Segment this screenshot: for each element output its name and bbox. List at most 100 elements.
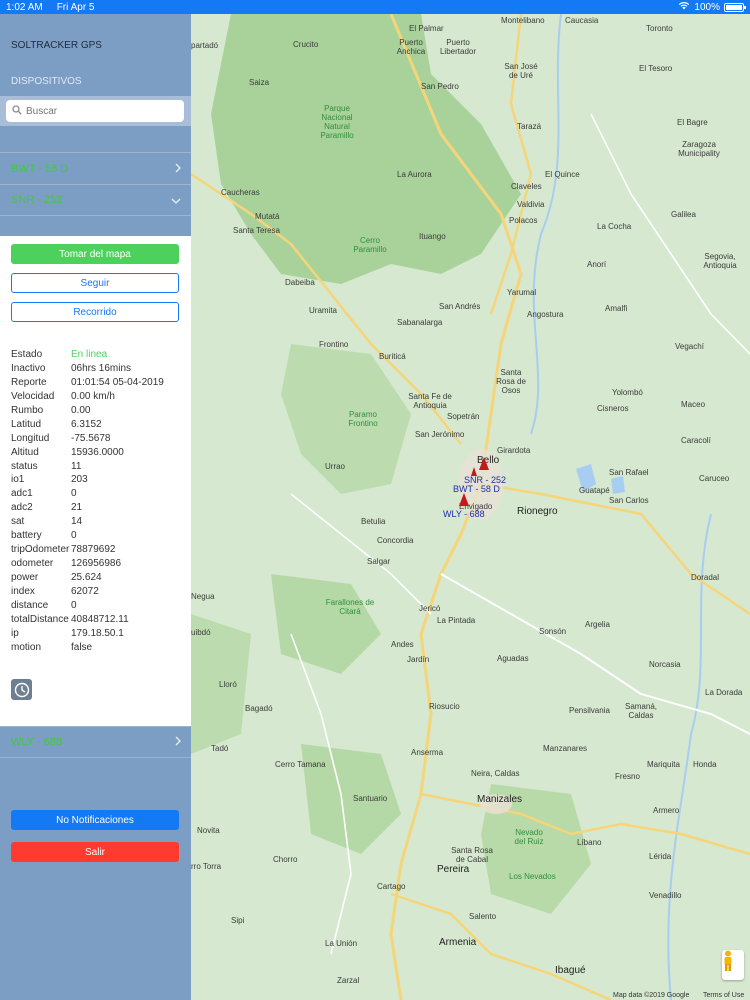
device-label: BWT - 58 D (11, 162, 69, 175)
search-bar (0, 96, 191, 126)
exit-button[interactable]: Salir (11, 842, 179, 862)
device-detail-panel: Tomar del mapa Seguir Recorrido Estado En… (0, 236, 191, 726)
map-place-label: Mariquita (647, 760, 680, 769)
chevron-down-icon (171, 193, 181, 207)
search-input[interactable] (26, 105, 176, 117)
chevron-right-icon (175, 735, 181, 749)
map-place-label: Crucito (293, 40, 319, 49)
map-place-label: Sonsón (539, 627, 567, 636)
info-row: distance 0 (11, 599, 77, 611)
map-place-label: Claveles (511, 182, 542, 191)
map-place-label: Amalfi (605, 304, 628, 313)
map-view[interactable]: Montelibano Caucasia Toronto El Palmar P… (191, 14, 750, 1000)
map-place-label: Parque Nacional Natural Paramillo (320, 104, 354, 140)
no-notifications-button[interactable]: No Notificaciones (11, 810, 179, 830)
map-place-label: Angostura (527, 310, 564, 319)
map-place-label: Novita (197, 826, 220, 835)
map-place-label: Caruceo (699, 474, 730, 483)
map-place-label: Zarzal (337, 976, 360, 985)
info-row: Longitud -75.5678 (11, 432, 111, 444)
map-place-label: Andes (391, 640, 414, 649)
map-place-label: San Pedro (421, 82, 459, 91)
map-place-label: Riosucio (429, 702, 460, 711)
marker-label: BWT - 58 D (453, 484, 500, 494)
map-place-label: Saiza (249, 78, 270, 87)
map-place-label: Caucasia (565, 16, 599, 25)
map-place-label: Maceo (681, 400, 706, 409)
info-row: Estado En linea (11, 348, 186, 362)
status-value: En linea (71, 349, 108, 360)
map-place-label: La Unión (325, 939, 358, 948)
map-place-label: San Rafael (609, 468, 649, 477)
battery-percent: 100% (694, 1, 720, 13)
device-marker[interactable] (479, 457, 489, 470)
route-button[interactable]: Recorrido (11, 302, 179, 322)
map-place-label: Santa Fe de Antioquia (408, 392, 452, 410)
info-row: Velocidad 0.00 km/h (11, 390, 115, 402)
map-place-label: Buriticá (379, 352, 406, 361)
map-place-label: Urrao (325, 462, 346, 471)
follow-button[interactable]: Seguir (11, 273, 179, 293)
info-row: Reporte 01:01:54 05-04-2019 (11, 376, 164, 388)
map-place-label: Frontino (319, 340, 349, 349)
map-place-label: Caracolí (681, 436, 711, 445)
map-place-label: Jardín (407, 655, 430, 664)
marker-label: WLY - 688 (443, 509, 485, 519)
device-row-bwt[interactable]: BWT - 58 D (0, 152, 191, 184)
info-row: Rumbo 0.00 (11, 404, 91, 416)
map-place-label: Dabeiba (285, 278, 315, 287)
map-place-label: San Andrés (439, 302, 481, 311)
map-place-label: Cerro Paramillo (353, 236, 387, 254)
map-place-label: Valdivia (517, 200, 545, 209)
info-row: tripOdometer 78879692 (11, 544, 116, 556)
street-view-pegman-icon[interactable] (722, 950, 744, 980)
map-place-label: Lérida (649, 852, 672, 861)
map-place-label: Paramo Frontino (348, 410, 378, 428)
map-place-label: Los Nevados (509, 872, 556, 881)
map-place-label: Santa Rosa de Cabal (451, 846, 493, 864)
device-label: SNR - 252 (11, 194, 63, 206)
clock-icon[interactable] (11, 679, 32, 700)
search-box[interactable] (6, 100, 184, 122)
info-row: totalDistance 40848712.11 (11, 613, 129, 625)
map-place-label: Galilea (671, 210, 696, 219)
map-place-label: Líbano (577, 838, 602, 847)
map-place-label: rro Torra (191, 862, 222, 871)
map-place-label: El Palmar (409, 24, 444, 33)
map-place-label: Puerto Anchica (396, 38, 426, 56)
info-row: sat 14 (11, 516, 83, 528)
chevron-right-icon (175, 162, 181, 176)
map-place-label: Manizales (477, 794, 523, 805)
status-bar: 1:02 AM Fri Apr 5 100% (0, 0, 750, 14)
device-marker[interactable] (459, 493, 469, 506)
map-place-label: Farallones de Citará (325, 598, 375, 616)
map-place-label: Aguadas (497, 654, 529, 663)
map-place-label: Bagadó (245, 704, 273, 713)
terms-of-use-link[interactable]: Terms of Use (703, 992, 744, 999)
map-place-label: Honda (693, 760, 717, 769)
map-place-label: Betulia (361, 517, 386, 526)
map-place-label: Puerto Libertador (439, 38, 477, 56)
map-place-label: La Aurora (397, 170, 432, 179)
info-row: adc2 21 (11, 502, 83, 514)
map-place-label: Tarazá (517, 122, 542, 131)
device-info-list: Estado En linea Inactivo 06hrs 16mins Repo… (11, 348, 186, 655)
device-row-snr[interactable]: SNR - 252 (0, 184, 191, 216)
map-place-label: Argelia (585, 620, 610, 629)
map-place-label: Anorí (587, 260, 607, 269)
map-place-label: Venadillo (649, 891, 682, 900)
map-place-label: Montelibano (501, 16, 545, 25)
map-place-label: San Carlos (609, 496, 649, 505)
map-place-label: Chorro (273, 855, 298, 864)
device-label: WLY - 688 (11, 736, 62, 748)
info-row: power 25.624 (11, 572, 102, 583)
map-place-label: Nevado del Ruiz (514, 828, 544, 846)
map-place-label: El Bagre (677, 118, 708, 127)
info-row: io1 203 (11, 474, 88, 486)
map-place-label: Armenia (439, 937, 477, 948)
take-from-map-button[interactable]: Tomar del mapa (11, 244, 179, 264)
map-place-label: Salgar (367, 557, 391, 566)
device-row-wly[interactable]: WLY - 688 (0, 726, 191, 758)
wifi-icon (678, 1, 690, 13)
map-place-label: San Jerónimo (415, 430, 465, 439)
